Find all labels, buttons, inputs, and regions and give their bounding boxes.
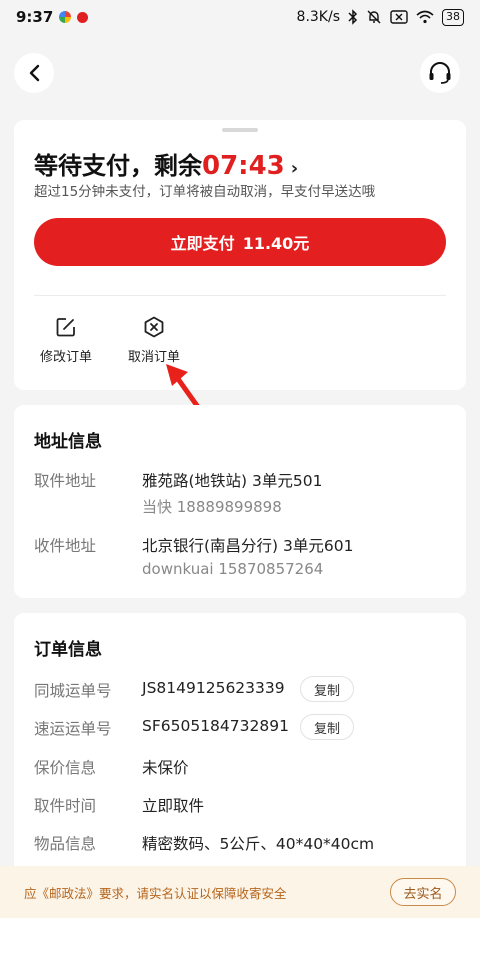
delivery-label: 收件地址 [34, 537, 97, 555]
drag-handle[interactable] [222, 128, 258, 132]
real-name-notice: 应《邮政法》要求，请实名认证以保障收寄安全 去实名 [0, 866, 480, 918]
pickup-address: 雅苑路(地铁站) 3单元501 [142, 472, 323, 490]
cancel-hex-icon [144, 316, 164, 338]
chevron-right-icon: › [290, 158, 299, 179]
item-info-value: 精密数码、5公斤、40*40*40cm [142, 835, 375, 853]
delivery-address: 北京银行(南昌分行) 3单元601 [142, 537, 354, 555]
divider [34, 295, 446, 296]
express-waybill-value: SF6505184732891 [142, 717, 289, 735]
payment-card: 等待支付，剩余 07:43 › 超过15分钟未支付，订单将被自动取消，早支付早送… [14, 120, 466, 390]
payment-subtitle: 超过15分钟未支付，订单将被自动取消，早支付早送达哦 [34, 184, 376, 200]
pickup-label: 取件地址 [34, 472, 97, 490]
modify-order-button[interactable]: 修改订单 [26, 316, 106, 365]
pay-amount: 11.40元 [242, 234, 310, 253]
order-section-title: 订单信息 [34, 640, 102, 660]
countdown-timer: 07:43 [202, 151, 285, 181]
cancel-order-button[interactable]: 取消订单 [114, 316, 194, 365]
copy-city-waybill-button[interactable]: 复制 [300, 676, 354, 702]
mute-icon [367, 10, 381, 24]
express-waybill-label: 速运运单号 [34, 720, 112, 738]
pay-now-button[interactable]: 立即支付 11.40元 [34, 218, 446, 266]
status-bar: 9:37 8.3K/s 38 [0, 0, 480, 34]
notice-text: 应《邮政法》要求，请实名认证以保障收寄安全 [24, 885, 287, 901]
app-dot-icon [59, 11, 72, 23]
insurance-value: 未保价 [142, 759, 189, 777]
app-dot-icon [77, 11, 89, 23]
item-info-label: 物品信息 [34, 835, 97, 853]
net-speed: 8.3K/s [296, 9, 340, 25]
headset-icon [429, 62, 451, 84]
pickup-contact: 当快 18889899898 [142, 498, 282, 516]
status-left: 9:37 [16, 8, 89, 26]
delivery-contact: downkuai 15870857264 [142, 560, 324, 578]
customer-service-button[interactable] [420, 53, 460, 93]
real-name-button[interactable]: 去实名 [390, 878, 456, 906]
status-right: 8.3K/s 38 [296, 8, 464, 26]
sim-x-icon [390, 10, 408, 24]
address-card: 地址信息 取件地址 雅苑路(地铁站) 3单元501 当快 18889899898… [14, 405, 466, 598]
payment-title-text: 等待支付，剩余 [34, 152, 202, 180]
copy-express-waybill-button[interactable]: 复制 [300, 714, 354, 740]
battery-icon: 38 [442, 8, 464, 26]
city-waybill-label: 同城运单号 [34, 682, 112, 700]
bottom-bar [0, 918, 480, 960]
address-section-title: 地址信息 [34, 432, 102, 452]
order-info-card: 订单信息 同城运单号 JS8149125623339 复制 速运运单号 SF65… [14, 613, 466, 883]
pickup-time-label: 取件时间 [34, 797, 97, 815]
edit-icon [56, 318, 75, 337]
chevron-left-icon [29, 64, 40, 82]
status-time: 9:37 [16, 8, 54, 26]
wifi-icon [416, 10, 434, 24]
back-button[interactable] [14, 53, 54, 93]
pay-now-label: 立即支付 [170, 234, 235, 253]
modify-order-label: 修改订单 [39, 350, 92, 365]
bluetooth-icon [348, 9, 358, 25]
pickup-time-value: 立即取件 [142, 797, 205, 815]
insurance-label: 保价信息 [34, 759, 97, 777]
city-waybill-value: JS8149125623339 [142, 679, 285, 697]
payment-status-title[interactable]: 等待支付，剩余 07:43 › [34, 146, 298, 181]
